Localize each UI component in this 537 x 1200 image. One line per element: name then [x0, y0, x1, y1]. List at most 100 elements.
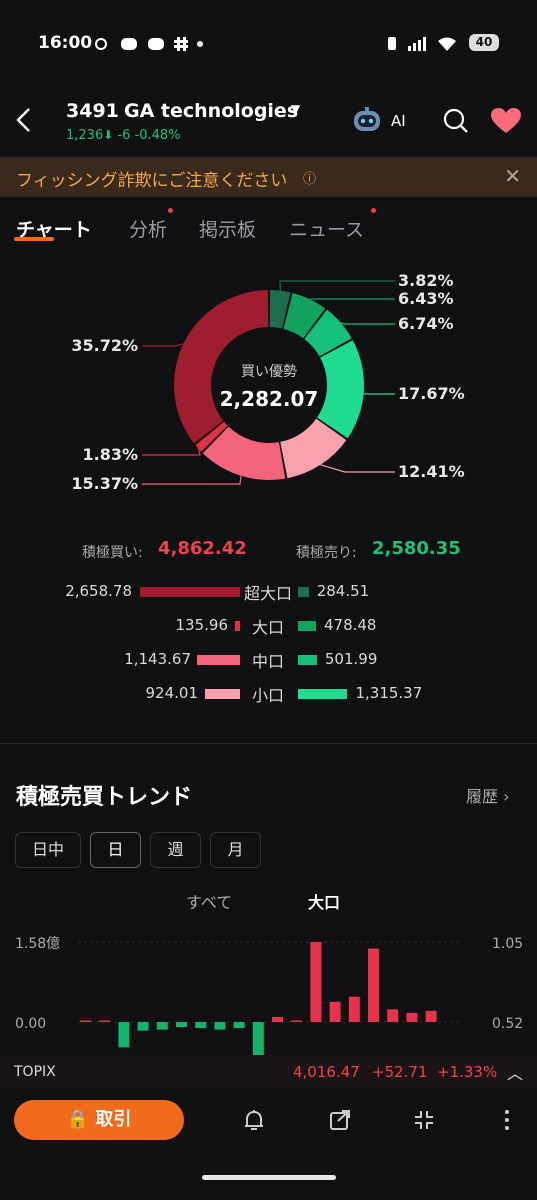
- period-month-button[interactable]: 月: [210, 832, 261, 868]
- lock-icon: 🔒: [66, 1109, 90, 1130]
- price-change: -6: [117, 128, 131, 143]
- trend-bar: [195, 1022, 207, 1029]
- search-icon[interactable]: [443, 108, 469, 134]
- flow-sell-value: 478.48: [323, 616, 377, 634]
- phishing-warning-banner: フィッシング詐欺にご注意ください ⓘ ✕: [0, 157, 537, 197]
- ticker-price: 4,016.47: [293, 1063, 360, 1081]
- buy-total-value: 4,862.42: [158, 538, 247, 559]
- pct-label-mid-sell: 6.74%: [398, 314, 454, 333]
- info-icon[interactable]: ⓘ: [303, 168, 316, 187]
- dot-icon: [197, 41, 203, 47]
- trend-bar: [310, 942, 322, 1022]
- donut-center-value: 2,282.07: [220, 387, 319, 411]
- donut-center-label: 買い優勢: [241, 364, 297, 380]
- bike-icon: [95, 38, 107, 50]
- y-axis-right-bottom: 0.52: [492, 1016, 523, 1032]
- chevron-down-icon[interactable]: ▼: [291, 102, 300, 116]
- flow-sell-value: 501.99: [324, 650, 378, 668]
- y-axis-left-top: 1.58億: [15, 936, 60, 952]
- trend-bar: [214, 1022, 226, 1030]
- sell-total-value: 2,580.35: [372, 538, 461, 559]
- trend-bar: [348, 996, 360, 1022]
- tab-analysis[interactable]: 分析: [129, 215, 167, 242]
- donut-leader-line: [358, 389, 395, 395]
- compress-icon[interactable]: [412, 1108, 436, 1132]
- banner-text: フィッシング詐欺にご注意ください: [16, 171, 288, 191]
- pct-label-big-buy: 1.83%: [82, 445, 138, 464]
- share-icon[interactable]: [328, 1108, 352, 1132]
- flow-sell-value: 284.51: [316, 582, 370, 600]
- sell-total-label: 積極売り:: [296, 545, 357, 561]
- signal-icon: [408, 37, 426, 51]
- trend-bar: [291, 1020, 303, 1022]
- flow-row-label: 超大口: [243, 584, 292, 603]
- trend-bar: [156, 1022, 168, 1030]
- donut-leader-line: [340, 322, 395, 325]
- index-ticker[interactable]: TOPIX 4,016.47 +52.71 +1.33% ︿: [0, 1056, 537, 1088]
- flow-sell-bar: [298, 655, 317, 665]
- flow-buy-value: 1,143.67: [124, 650, 191, 668]
- stock-name[interactable]: GA technologies: [124, 100, 298, 122]
- flow-row-label: 大口: [251, 618, 284, 637]
- trend-bar: [80, 1020, 91, 1022]
- notification-icons: [95, 37, 203, 51]
- donut-leader-line: [279, 280, 395, 291]
- donut-leader-line: [142, 448, 201, 456]
- more-icon[interactable]: [500, 1108, 514, 1132]
- pct-label-small-buy: 12.41%: [398, 462, 465, 481]
- back-icon[interactable]: [14, 106, 34, 141]
- flow-buy-value: 2,658.78: [65, 582, 132, 600]
- period-intraday-button[interactable]: 日中: [15, 832, 81, 868]
- battery-indicator: 40: [469, 34, 499, 51]
- close-icon[interactable]: ✕: [504, 164, 521, 188]
- trend-bar: [329, 1001, 341, 1022]
- stock-code[interactable]: 3491: [66, 100, 119, 122]
- chevron-up-icon[interactable]: ︿: [507, 1060, 523, 1084]
- arrow-down-icon: ⬇: [103, 128, 114, 142]
- discord-icon: [121, 38, 137, 50]
- tab-board[interactable]: 掲示板: [199, 215, 256, 242]
- flow-breakdown: 2,658.78 超大口 284.51 135.96 大口 478.48 1,1…: [0, 580, 537, 705]
- pct-label-large-sell: 3.82%: [398, 271, 454, 290]
- heart-icon[interactable]: [491, 108, 521, 134]
- trade-label: 取引: [95, 1109, 132, 1130]
- trend-bar: [387, 1009, 399, 1022]
- status-time: 16:00: [38, 33, 93, 53]
- slack-icon: [174, 37, 188, 51]
- vibrate-icon: [388, 37, 396, 50]
- trend-bar: [137, 1022, 149, 1031]
- filter-all-tab[interactable]: すべて: [186, 889, 232, 913]
- flow-buy-bar: [196, 655, 240, 665]
- trend-bars: [80, 942, 437, 1055]
- trend-bar: [99, 1020, 111, 1022]
- ticker-change: +52.71: [372, 1063, 428, 1081]
- status-bar: 16:00 40: [0, 0, 537, 86]
- trend-bar: [406, 1012, 418, 1022]
- flow-sell-bar: [298, 621, 316, 631]
- tab-news[interactable]: ニュース: [289, 215, 364, 242]
- flow-buy-bar: [234, 621, 240, 631]
- period-day-button[interactable]: 日: [90, 832, 141, 868]
- period-week-button[interactable]: 週: [150, 832, 201, 868]
- trend-bar: [368, 948, 379, 1022]
- flow-buy-bar: [205, 689, 240, 699]
- flow-sell-bar: [298, 587, 309, 597]
- flow-sell-bar: [298, 689, 348, 699]
- ticker-name: TOPIX: [14, 1064, 56, 1080]
- trade-button[interactable]: 🔒 取引: [14, 1100, 184, 1140]
- history-link[interactable]: 履歴 ›: [466, 783, 510, 807]
- ai-label[interactable]: AI: [391, 112, 406, 130]
- ai-robot-icon[interactable]: [352, 107, 382, 133]
- y-axis-right-top: 1.05: [492, 936, 523, 952]
- flow-buy-bar: [140, 587, 240, 597]
- alert-bell-icon[interactable]: [242, 1108, 266, 1132]
- flow-buy-value: 135.96: [175, 616, 229, 634]
- pct-label-large-buy: 35.72%: [71, 336, 138, 355]
- donut-leader-line: [142, 475, 242, 485]
- active-tab-indicator: [14, 237, 54, 241]
- pct-label-small-sell: 17.67%: [398, 384, 465, 403]
- filter-large-tab[interactable]: 大口: [308, 889, 340, 913]
- history-label: 履歴: [466, 787, 499, 806]
- notification-dot: [371, 208, 376, 213]
- flow-row-label: 中口: [251, 652, 284, 671]
